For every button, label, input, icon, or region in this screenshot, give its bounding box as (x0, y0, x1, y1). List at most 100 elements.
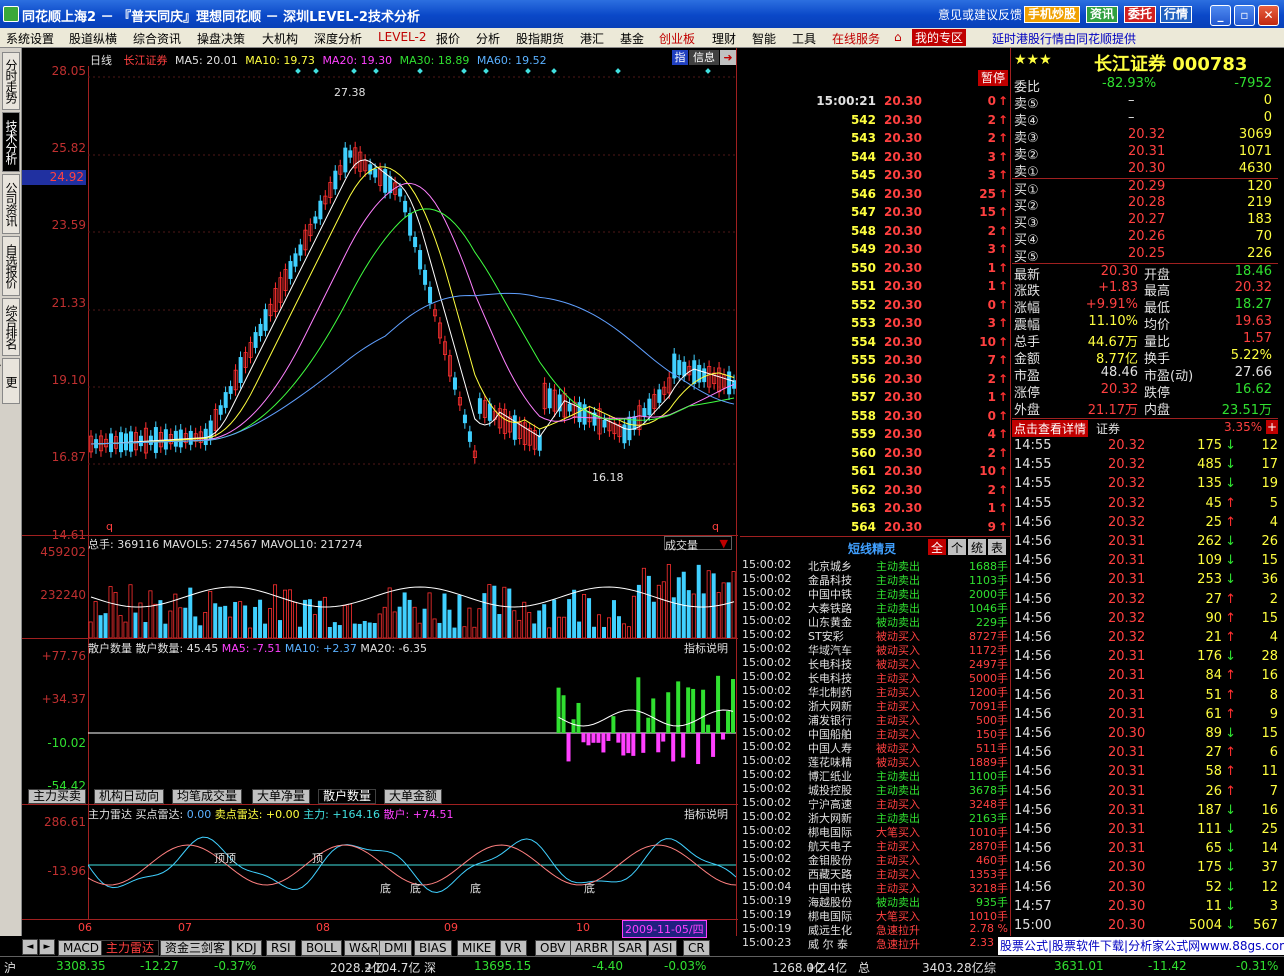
volume-selector[interactable]: 成交量 ▼ (664, 536, 732, 552)
close-icon[interactable]: ✕ (1258, 5, 1279, 26)
sprite-row[interactable]: 15:00:02 北京城乡 主动卖出 1688手 (740, 558, 1010, 573)
menu-level2[interactable]: LEVEL-2 (378, 30, 427, 44)
sprite-row[interactable]: 15:00:02 大秦铁路 主动卖出 1046手 (740, 600, 1010, 615)
bottom-tab-mike[interactable]: MIKE (457, 940, 497, 956)
sprite-row[interactable]: 15:00:02 莲花味精 被动买入 1889手 (740, 754, 1010, 769)
bottom-tab-kdj[interactable]: KDJ (231, 940, 262, 956)
menu-tools[interactable]: 工具 (792, 30, 816, 47)
bottom-tab-vr[interactable]: VR (500, 940, 527, 956)
bottom-tab-arbr[interactable]: ARBR (570, 940, 614, 956)
info-button[interactable]: 信息 (689, 50, 719, 65)
sprite-stock-button[interactable]: 个 (948, 539, 966, 555)
order-button[interactable]: 委托 (1124, 6, 1157, 23)
sprite-row[interactable]: 15:00:02 中国船舶 主动买入 150手 (740, 726, 1010, 741)
sprite-row[interactable]: 15:00:02 中国人寿 被动买入 511手 (740, 740, 1010, 755)
bottom-tab-cr[interactable]: CR (683, 940, 710, 956)
menu-futures[interactable]: 股指期货 (516, 30, 564, 47)
tab-watchlist[interactable]: 自选报价 (2, 236, 20, 296)
sprite-row[interactable]: 15:00:19 梆电国际 大笔买入 1010手 (740, 908, 1010, 923)
mobile-trade-button[interactable]: 手机炒股 (1024, 6, 1081, 23)
menu-hk[interactable]: 港汇 (580, 30, 604, 47)
menu-guide[interactable]: 股道纵横 (69, 30, 117, 47)
sprite-row[interactable]: 15:00:23 威 尔 泰 急速拉升 2.33 % (740, 936, 1010, 951)
bottom-tab-dmi[interactable]: DMI (379, 940, 413, 956)
bottom-tab-[interactable]: 主力雷达 (101, 940, 160, 956)
sprite-row[interactable]: 15:00:02 华北制药 主动买入 1200手 (740, 684, 1010, 699)
news-button[interactable]: 资讯 (1086, 6, 1119, 23)
sprite-row[interactable]: 15:00:02 航天电子 主动买入 2870手 (740, 838, 1010, 853)
sprite-row[interactable]: 15:00:19 威远生化 急速拉升 2.78 % (740, 922, 1010, 937)
sprite-row[interactable]: 15:00:19 海越股份 被动卖出 935手 (740, 894, 1010, 909)
menu-news[interactable]: 综合资讯 (133, 30, 181, 47)
sprite-row[interactable]: 15:00:02 金晶科技 主动卖出 1103手 (740, 572, 1010, 587)
sprite-row[interactable]: 15:00:02 长电科技 主动买入 5000手 (740, 670, 1010, 685)
menu-smart[interactable]: 智能 (752, 30, 776, 47)
sprite-row[interactable]: 15:00:02 山东黄金 被动卖出 229手 (740, 614, 1010, 629)
menu-deep[interactable]: 深度分析 (314, 30, 362, 47)
sprite-row[interactable]: 15:00:02 长电科技 被动买入 2497手 (740, 656, 1010, 671)
bottom-tab-macd[interactable]: MACD (58, 940, 104, 956)
menu-quote[interactable]: 报价 (436, 30, 460, 47)
home-icon[interactable]: ⌂ (894, 30, 902, 44)
quote-button[interactable]: 行情 (1160, 6, 1193, 23)
bottom-tab-rsi[interactable]: RSI (266, 940, 296, 956)
menu-institution[interactable]: 大机构 (262, 30, 298, 47)
ad-banner[interactable]: 股票公式|股票软件下载|分析家公式网www.88gs.com (998, 937, 1284, 955)
menu-online[interactable]: 在线服务 (832, 30, 880, 47)
sh-index[interactable]: 3308.35 (56, 959, 106, 973)
sprite-table-button[interactable]: 表 (988, 539, 1006, 555)
ask-row[interactable]: 卖② 20.31 1071 (1012, 144, 1278, 163)
menu-fund[interactable]: 基金 (620, 30, 644, 47)
sprite-row[interactable]: 15:00:02 ST安彩 被动买入 8727手 (740, 628, 1010, 643)
sprite-row[interactable]: 15:00:02 梆电国际 大笔买入 1010手 (740, 824, 1010, 839)
sprite-row[interactable]: 15:00:02 博汇纸业 主动卖出 1100手 (740, 768, 1010, 783)
detail-button[interactable]: 点击查看详情 (1012, 420, 1089, 437)
bottom-tab-wr[interactable]: W&R (344, 940, 384, 956)
bottom-tab-asi[interactable]: ASI (648, 940, 678, 956)
itab-big-net[interactable]: 大单净量 (252, 789, 311, 804)
plus-icon[interactable]: + (1266, 420, 1278, 434)
itab-main-trade[interactable]: 主力买卖 (28, 789, 87, 804)
ask-row[interactable]: 卖① 20.30 4630 (1012, 161, 1278, 180)
ask-row[interactable]: 卖③ 20.32 3069 (1012, 127, 1278, 146)
bid-row[interactable]: 买③ 20.27 183 (1012, 212, 1278, 231)
scroll-left-icon[interactable]: ◄ (22, 939, 38, 955)
sprite-row[interactable]: 15:00:04 中国中铁 主动买入 3218手 (740, 880, 1010, 895)
minimize-icon[interactable]: _ (1210, 5, 1231, 26)
feedback-link[interactable]: 意见或建议反馈 (938, 6, 1022, 23)
tab-technical[interactable]: 技术分析 (2, 112, 20, 172)
bid-row[interactable]: 买① 20.29 120 (1012, 178, 1278, 198)
expand-icon[interactable]: ➜ (720, 50, 736, 65)
index-button[interactable]: 指 (672, 50, 688, 65)
bottom-tab-obv[interactable]: OBV (535, 940, 571, 956)
itab-avg-volume[interactable]: 均笔成交量 (172, 789, 243, 804)
sprite-row[interactable]: 15:00:02 金钼股份 主动买入 460手 (740, 852, 1010, 867)
tab-intraday[interactable]: 分时走势 (2, 52, 20, 110)
menu-myzone[interactable]: 我的专区 (912, 29, 967, 46)
itab-institution[interactable]: 机构日动向 (94, 789, 165, 804)
bottom-tab-bias[interactable]: BIAS (414, 940, 452, 956)
sector-label[interactable]: 证券 (1096, 420, 1120, 437)
menu-analysis[interactable]: 分析 (476, 30, 500, 47)
pause-button[interactable]: 暂停 (978, 70, 1008, 86)
sprite-row[interactable]: 15:00:02 华域汽车 被动买入 1172手 (740, 642, 1010, 657)
composite-index[interactable]: 3631.01 (1054, 959, 1104, 973)
sprite-row[interactable]: 15:00:02 西藏天路 主动买入 1353手 (740, 866, 1010, 881)
itab-big-amount[interactable]: 大单金额 (384, 789, 443, 804)
bid-row[interactable]: 买④ 20.26 70 (1012, 229, 1278, 248)
tab-ranking[interactable]: 综合排名 (2, 298, 20, 356)
sprite-row[interactable]: 15:00:02 浙大网新 主动买入 7091手 (740, 698, 1010, 713)
sprite-row[interactable]: 15:00:02 浙大网新 主动卖出 2163手 (740, 810, 1010, 825)
menu-gem[interactable]: 创业板 (659, 30, 695, 47)
maximize-icon[interactable]: ▫ (1234, 5, 1255, 26)
bid-row[interactable]: 买⑤ 20.25 226 (1012, 246, 1278, 265)
bottom-tab-boll[interactable]: BOLL (301, 940, 342, 956)
scroll-right-icon[interactable]: ► (39, 939, 55, 955)
menu-finance[interactable]: 理财 (712, 30, 736, 47)
bid-row[interactable]: 买② 20.28 219 (1012, 195, 1278, 214)
ask-row[interactable]: 卖④ – 0 (1012, 110, 1278, 129)
sprite-stat-button[interactable]: 统 (968, 539, 986, 555)
sprite-row[interactable]: 15:00:02 中国中铁 主动卖出 2000手 (740, 586, 1010, 601)
promo-link[interactable]: 延时港股行情由同花顺提供 (992, 30, 1136, 47)
sprite-row[interactable]: 15:00:02 城投控股 主动卖出 3678手 (740, 782, 1010, 797)
